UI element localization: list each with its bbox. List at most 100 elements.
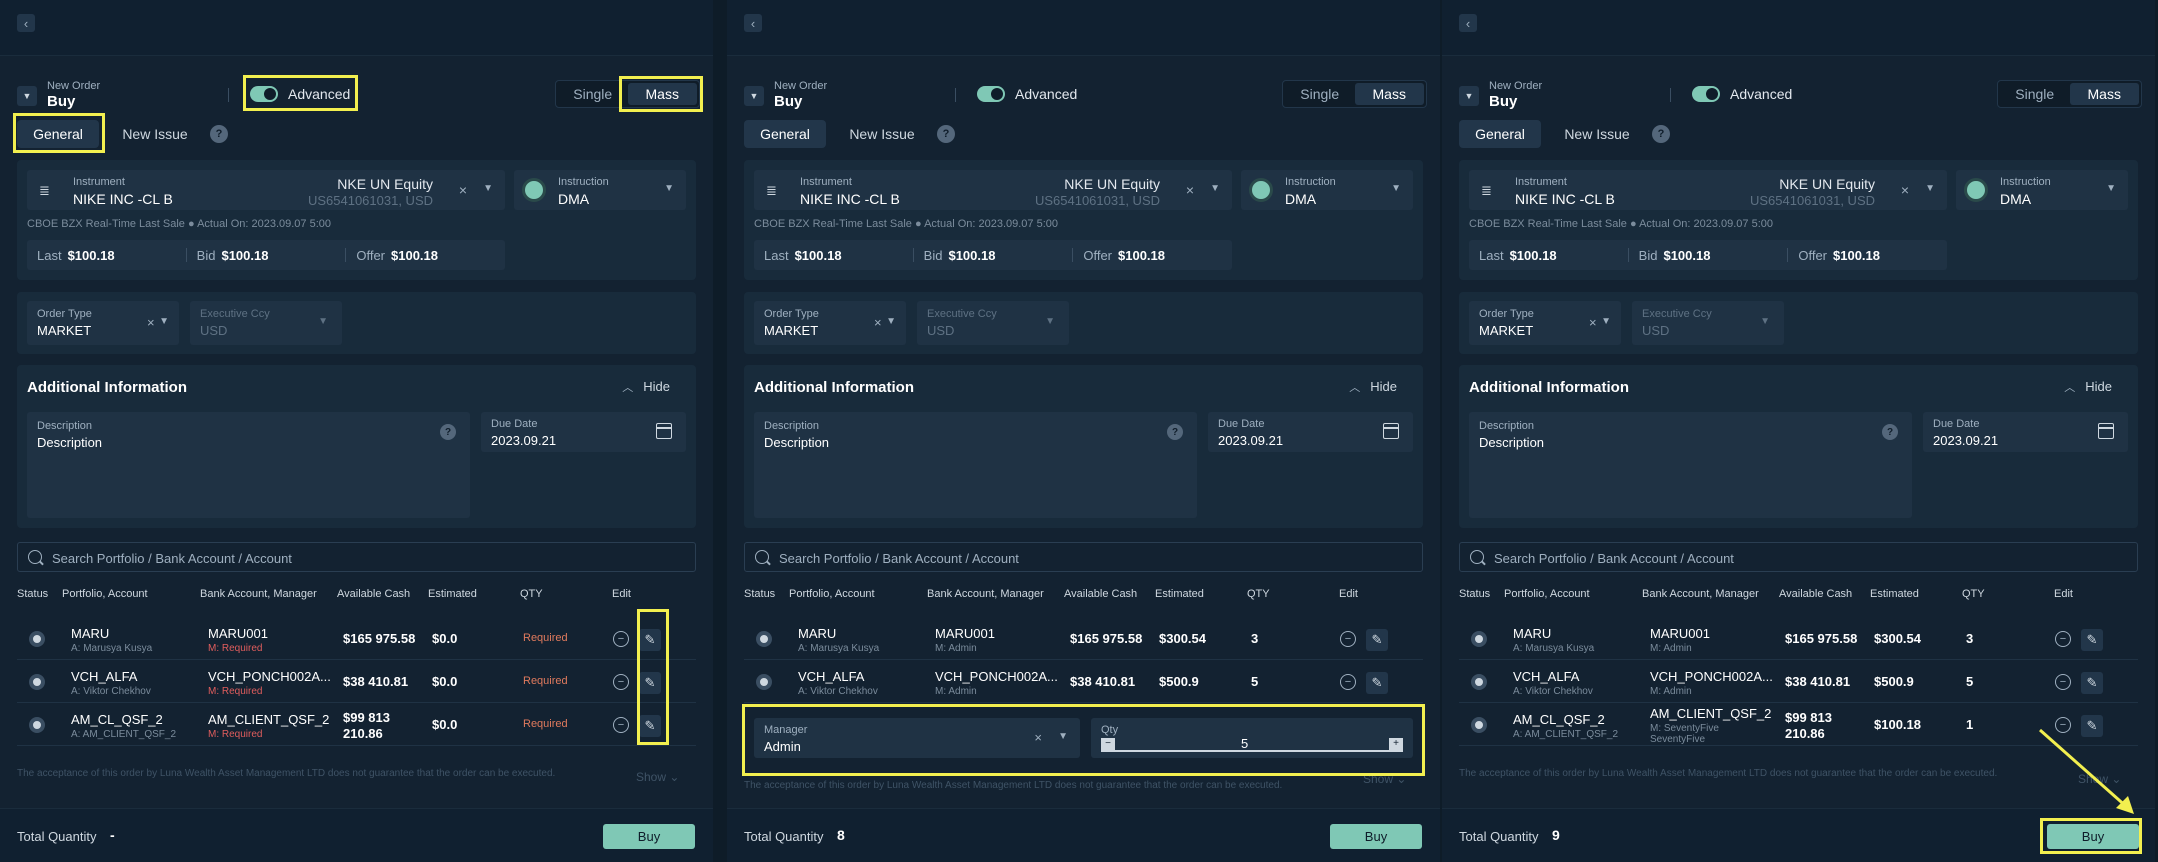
chevron-down-icon[interactable]: ▼	[886, 316, 896, 327]
status-radio[interactable]	[1471, 674, 1487, 690]
qty-input-value[interactable]: 5	[1241, 736, 1248, 751]
table-row[interactable]: MARU A: Marusya Kusya MARU001 M: Required …	[17, 618, 696, 660]
status-radio[interactable]	[29, 717, 45, 733]
help-icon[interactable]: ?	[937, 125, 955, 143]
remove-icon[interactable]: −	[613, 631, 629, 647]
search-input[interactable]: Search Portfolio / Bank Account / Accoun…	[1459, 542, 2138, 572]
edit-pencil-icon[interactable]: ✎	[1366, 629, 1388, 651]
tab-general[interactable]: General	[1459, 120, 1541, 148]
order-type-select[interactable]: Order Type MARKET × ▼	[27, 301, 179, 345]
edit-pencil-icon[interactable]: ✎	[1366, 672, 1388, 694]
status-radio[interactable]	[756, 631, 772, 647]
tab-general[interactable]: General	[17, 120, 99, 148]
help-icon[interactable]: ?	[440, 424, 456, 440]
increment-button[interactable]: +	[1389, 738, 1403, 750]
advanced-toggle[interactable]: Advanced	[1692, 83, 1792, 105]
instruction-select[interactable]: Instruction DMA ▼	[1956, 170, 2128, 210]
order-type-select[interactable]: Order Type MARKET × ▼	[1469, 301, 1621, 345]
chevron-down-icon[interactable]: ▼	[1391, 183, 1401, 194]
tab-new-issue[interactable]: New Issue	[1552, 120, 1642, 148]
calendar-icon[interactable]	[1383, 423, 1399, 439]
due-date-field[interactable]: Due Date 2023.09.21	[1208, 412, 1413, 452]
tab-new-issue[interactable]: New Issue	[837, 120, 927, 148]
table-row[interactable]: MARU A: Marusya Kusya MARU001 M: Admin $16…	[1459, 618, 2138, 660]
clear-icon[interactable]: ×	[147, 315, 155, 330]
chevron-down-icon[interactable]: ▼	[664, 183, 674, 194]
tab-general[interactable]: General	[744, 120, 826, 148]
table-row[interactable]: VCH_ALFA A: Viktor Chekhov VCH_PONCH002A.…	[17, 661, 696, 703]
mass-button[interactable]: Mass	[627, 83, 697, 105]
chevron-down-icon[interactable]: ▼	[1058, 731, 1068, 742]
edit-pencil-icon[interactable]: ✎	[639, 715, 661, 737]
exec-ccy-select[interactable]: Executive Ccy USD ▼	[1632, 301, 1784, 345]
description-field[interactable]: Description Description ?	[754, 412, 1197, 518]
chevron-down-icon[interactable]: ▼	[1210, 183, 1220, 194]
clear-icon[interactable]: ×	[1034, 730, 1042, 745]
exec-ccy-select[interactable]: Executive Ccy USD ▼	[917, 301, 1069, 345]
chevron-down-icon[interactable]: ▼	[159, 316, 169, 327]
clear-icon[interactable]: ×	[1186, 182, 1194, 198]
clear-icon[interactable]: ×	[1589, 315, 1597, 330]
show-button[interactable]: Show ⌄	[636, 770, 679, 784]
show-button[interactable]: Show ⌄	[1363, 772, 1406, 786]
back-button[interactable]: ‹	[1459, 14, 1477, 32]
edit-pencil-icon[interactable]: ✎	[2081, 672, 2103, 694]
remove-icon[interactable]: −	[613, 674, 629, 690]
exec-ccy-select[interactable]: Executive Ccy USD ▼	[190, 301, 342, 345]
clear-icon[interactable]: ×	[1901, 182, 1909, 198]
edit-pencil-icon[interactable]: ✎	[2081, 715, 2103, 737]
status-radio[interactable]	[756, 674, 772, 690]
toggle-switch[interactable]	[977, 86, 1005, 102]
table-row[interactable]: AM_CL_QSF_2 A: AM_CLIENT_QSF_2 AM_CLIENT_…	[17, 704, 696, 746]
table-row[interactable]: AM_CL_QSF_2 A: AM_CLIENT_QSF_2 AM_CLIENT_…	[1459, 704, 2138, 746]
decrement-button[interactable]: −	[1101, 738, 1115, 750]
toggle-switch[interactable]	[1692, 86, 1720, 102]
remove-icon[interactable]: −	[1340, 674, 1356, 690]
remove-icon[interactable]: −	[2055, 717, 2071, 733]
chevron-down-icon[interactable]: ▼	[1925, 183, 1935, 194]
buy-button[interactable]: Buy	[603, 824, 695, 849]
edit-pencil-icon[interactable]: ✎	[639, 672, 661, 694]
clear-icon[interactable]: ×	[874, 315, 882, 330]
tab-new-issue[interactable]: New Issue	[110, 120, 200, 148]
instrument-select[interactable]: ≣ Instrument NIKE INC -CL B NKE UN Equit…	[754, 170, 1232, 210]
instruction-select[interactable]: Instruction DMA ▼	[514, 170, 686, 210]
single-button[interactable]: Single	[1285, 83, 1355, 105]
help-icon[interactable]: ?	[1652, 125, 1670, 143]
clear-icon[interactable]: ×	[459, 182, 467, 198]
back-button[interactable]: ‹	[744, 14, 762, 32]
calendar-icon[interactable]	[2098, 423, 2114, 439]
chevron-down-icon[interactable]: ▼	[483, 183, 493, 194]
table-row[interactable]: VCH_ALFA A: Viktor Chekhov VCH_PONCH002A.…	[1459, 661, 2138, 703]
chevron-down-icon[interactable]: ▼	[2106, 183, 2116, 194]
search-input[interactable]: Search Portfolio / Bank Account / Accoun…	[17, 542, 696, 572]
toggle-switch[interactable]	[250, 86, 278, 102]
search-input[interactable]: Search Portfolio / Bank Account / Accoun…	[744, 542, 1423, 572]
due-date-field[interactable]: Due Date 2023.09.21	[1923, 412, 2128, 452]
back-button[interactable]: ‹	[17, 14, 35, 32]
status-radio[interactable]	[29, 631, 45, 647]
instrument-select[interactable]: ≣ Instrument NIKE INC -CL B NKE UN Equit…	[27, 170, 505, 210]
status-radio[interactable]	[1471, 631, 1487, 647]
buy-button[interactable]: Buy	[1330, 824, 1422, 849]
remove-icon[interactable]: −	[2055, 631, 2071, 647]
order-type-select[interactable]: Order Type MARKET × ▼	[754, 301, 906, 345]
instruction-select[interactable]: Instruction DMA ▼	[1241, 170, 1413, 210]
hide-button[interactable]: ︿ Hide	[2064, 379, 2112, 395]
help-icon[interactable]: ?	[1167, 424, 1183, 440]
chevron-down-icon[interactable]: ▼	[1601, 316, 1611, 327]
quantity-stepper[interactable]: Qty − 5 +	[1091, 718, 1413, 758]
calendar-icon[interactable]	[656, 423, 672, 439]
hide-button[interactable]: ︿ Hide	[622, 379, 670, 395]
help-icon[interactable]: ?	[210, 125, 228, 143]
single-button[interactable]: Single	[2000, 83, 2070, 105]
edit-pencil-icon[interactable]: ✎	[2081, 629, 2103, 651]
edit-pencil-icon[interactable]: ✎	[639, 629, 661, 651]
chevron-down-icon[interactable]: ▼	[1459, 86, 1479, 106]
due-date-field[interactable]: Due Date 2023.09.21	[481, 412, 686, 452]
advanced-toggle[interactable]: Advanced	[977, 83, 1077, 105]
remove-icon[interactable]: −	[1340, 631, 1356, 647]
manager-select[interactable]: Manager Admin × ▼	[754, 718, 1080, 758]
buy-button[interactable]: Buy	[2047, 824, 2139, 849]
status-radio[interactable]	[29, 674, 45, 690]
